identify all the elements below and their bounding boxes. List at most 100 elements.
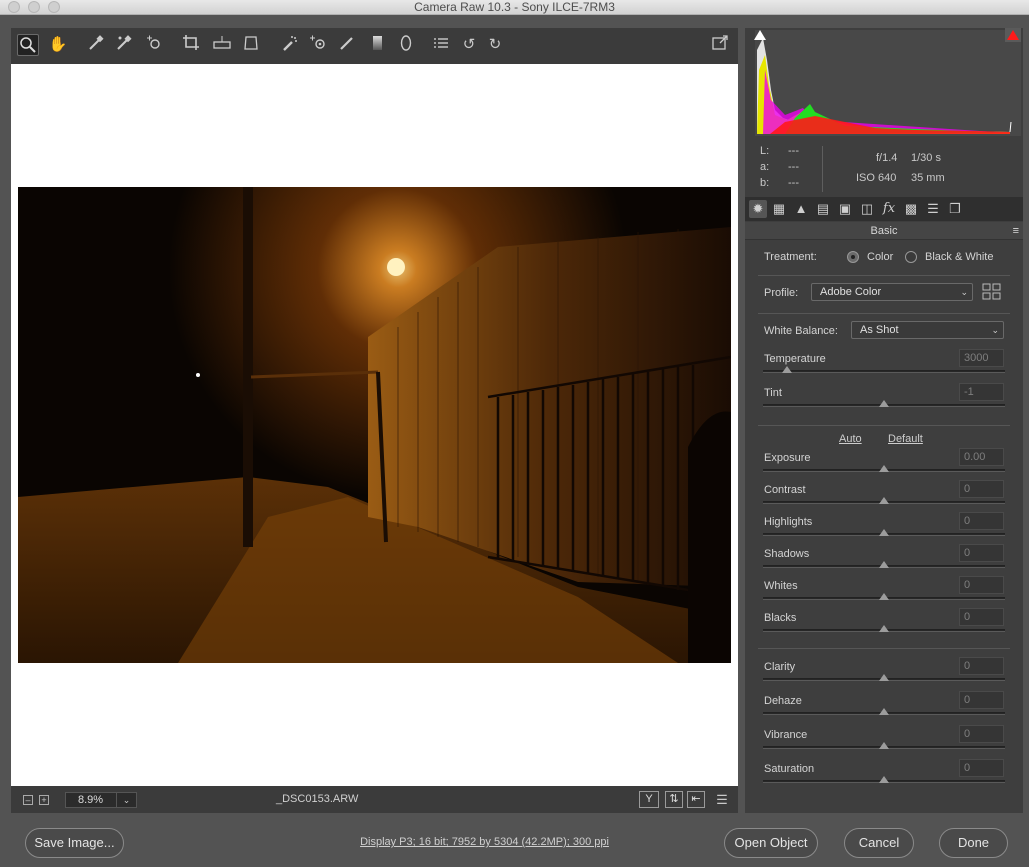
slider-track[interactable] xyxy=(763,497,1005,504)
slider-value-input[interactable]: 0 xyxy=(959,725,1004,743)
white-balance-tool-icon[interactable] xyxy=(85,34,107,56)
tab-snapshots-icon[interactable]: ❐ xyxy=(946,200,964,218)
slider-value-input[interactable]: 0 xyxy=(959,608,1004,626)
slider-thumb[interactable] xyxy=(879,625,889,632)
copy-settings-icon[interactable]: ⇤ xyxy=(687,791,705,808)
photo-preview[interactable] xyxy=(18,187,731,663)
slider-track[interactable] xyxy=(763,674,1005,681)
default-link[interactable]: Default xyxy=(888,433,923,445)
slider-thumb[interactable] xyxy=(879,497,889,504)
slider-thumb[interactable] xyxy=(879,400,889,407)
tab-lens-corrections-icon[interactable]: ◫ xyxy=(858,200,876,218)
panel-menu-icon[interactable]: ≡ xyxy=(1013,222,1019,240)
workflow-options-link[interactable]: Display P3; 16 bit; 7952 by 5304 (42.2MP… xyxy=(0,836,969,848)
profile-browser-icon[interactable] xyxy=(982,283,1002,301)
zoom-in-button[interactable]: + xyxy=(39,795,49,805)
slider-value-input[interactable]: 0.00 xyxy=(959,448,1004,466)
aperture-value: f/1.4 xyxy=(876,152,898,164)
tab-tone-curve-icon[interactable]: ▦ xyxy=(770,200,788,218)
cancel-button[interactable]: Cancel xyxy=(844,828,914,858)
divider xyxy=(758,648,1010,649)
rotate-cw-icon[interactable]: ↻ xyxy=(484,34,506,56)
settings-toggle-icon[interactable]: ☰ xyxy=(711,789,733,811)
slider-value-input[interactable]: 0 xyxy=(959,480,1004,498)
slider-label: Vibrance xyxy=(764,729,808,741)
preferences-list-icon[interactable] xyxy=(430,34,452,56)
slider-value-input[interactable]: 0 xyxy=(959,576,1004,594)
slider-track[interactable] xyxy=(763,742,1005,749)
spot-removal-tool-icon[interactable] xyxy=(279,34,301,56)
slider-track[interactable] xyxy=(763,708,1005,715)
zoom-out-button[interactable]: – xyxy=(23,795,33,805)
slider-value-input[interactable]: -1 xyxy=(959,383,1004,401)
slider-thumb[interactable] xyxy=(879,674,889,681)
tab-camera-calibration-icon[interactable]: ▩ xyxy=(902,200,920,218)
adjustment-brush-tool-icon[interactable] xyxy=(336,34,358,56)
slider-value-input[interactable]: 3000 xyxy=(959,349,1004,367)
white-balance-select[interactable]: As Shot ⌄ xyxy=(851,321,1004,339)
slider-value-input[interactable]: 0 xyxy=(959,512,1004,530)
tab-detail-icon[interactable]: ▲ xyxy=(792,200,810,218)
zoom-tool-icon[interactable] xyxy=(17,34,39,56)
tab-effects-icon[interactable]: fx xyxy=(880,200,898,218)
crop-tool-icon[interactable] xyxy=(181,34,203,56)
divider xyxy=(758,313,1010,314)
slider-track[interactable] xyxy=(763,366,1005,373)
open-object-button[interactable]: Open Object xyxy=(724,828,818,858)
swap-settings-icon[interactable]: ⇅ xyxy=(665,791,683,808)
slider-value-input[interactable]: 0 xyxy=(959,657,1004,675)
slider-value-input[interactable]: 0 xyxy=(959,691,1004,709)
slider-track[interactable] xyxy=(763,625,1005,632)
slider-thumb[interactable] xyxy=(879,561,889,568)
slider-track[interactable] xyxy=(763,561,1005,568)
color-sampler-tool-icon[interactable] xyxy=(113,34,135,56)
radial-filter-tool-icon[interactable] xyxy=(395,34,417,56)
rotate-ccw-icon[interactable]: ↺ xyxy=(458,34,480,56)
treatment-color-label: Color xyxy=(867,251,894,263)
slider-thumb[interactable] xyxy=(782,366,793,373)
lab-b-value: --- xyxy=(788,177,799,189)
transform-tool-icon[interactable] xyxy=(240,34,262,56)
slider-thumb[interactable] xyxy=(879,593,889,600)
before-after-toggle-button[interactable]: Y xyxy=(639,791,659,808)
slider-thumb[interactable] xyxy=(879,776,889,783)
hand-tool-icon[interactable]: ✋ xyxy=(47,34,69,56)
slider-label: Clarity xyxy=(764,661,796,673)
highlight-clipping-warning-icon[interactable] xyxy=(1005,28,1021,42)
histogram xyxy=(752,28,1021,136)
treatment-label: Treatment: xyxy=(764,251,817,263)
zoom-level-select[interactable]: 8.9% ⌄ xyxy=(65,792,137,808)
profile-label: Profile: xyxy=(764,287,799,299)
slider-track[interactable] xyxy=(763,400,1005,407)
slider-label: Whites xyxy=(764,580,798,592)
treatment-color-radio[interactable] xyxy=(847,251,859,263)
chevron-down-icon: ⌄ xyxy=(991,325,999,335)
slider-track[interactable] xyxy=(763,465,1005,472)
profile-select[interactable]: Adobe Color ⌄ xyxy=(811,283,973,301)
slider-thumb[interactable] xyxy=(879,742,889,749)
slider-track[interactable] xyxy=(763,529,1005,536)
done-button[interactable]: Done xyxy=(939,828,1008,858)
graduated-filter-tool-icon[interactable] xyxy=(366,34,388,56)
slider-value-input[interactable]: 0 xyxy=(959,759,1004,777)
slider-value-input[interactable]: 0 xyxy=(959,544,1004,562)
slider-thumb[interactable] xyxy=(879,465,889,472)
slider-track[interactable] xyxy=(763,776,1005,783)
tab-hsl-icon[interactable]: ▤ xyxy=(814,200,832,218)
tab-basic-icon[interactable]: ✹ xyxy=(749,200,767,218)
white-balance-label: White Balance: xyxy=(764,325,838,337)
divider xyxy=(758,425,1010,426)
tab-split-toning-icon[interactable]: ▣ xyxy=(836,200,854,218)
targeted-adjustment-tool-icon[interactable] xyxy=(143,34,165,56)
slider-track[interactable] xyxy=(763,593,1005,600)
slider-thumb[interactable] xyxy=(879,529,889,536)
shadow-clipping-warning-icon[interactable] xyxy=(752,28,768,42)
straighten-tool-icon[interactable] xyxy=(211,34,233,56)
panel-title: Basic ≡ xyxy=(745,222,1023,240)
treatment-bw-radio[interactable] xyxy=(905,251,917,263)
auto-link[interactable]: Auto xyxy=(839,433,862,445)
slider-thumb[interactable] xyxy=(879,708,889,715)
fullscreen-toggle-icon[interactable] xyxy=(709,34,731,56)
tab-presets-icon[interactable]: ☰ xyxy=(924,200,942,218)
red-eye-removal-tool-icon[interactable] xyxy=(307,34,329,56)
